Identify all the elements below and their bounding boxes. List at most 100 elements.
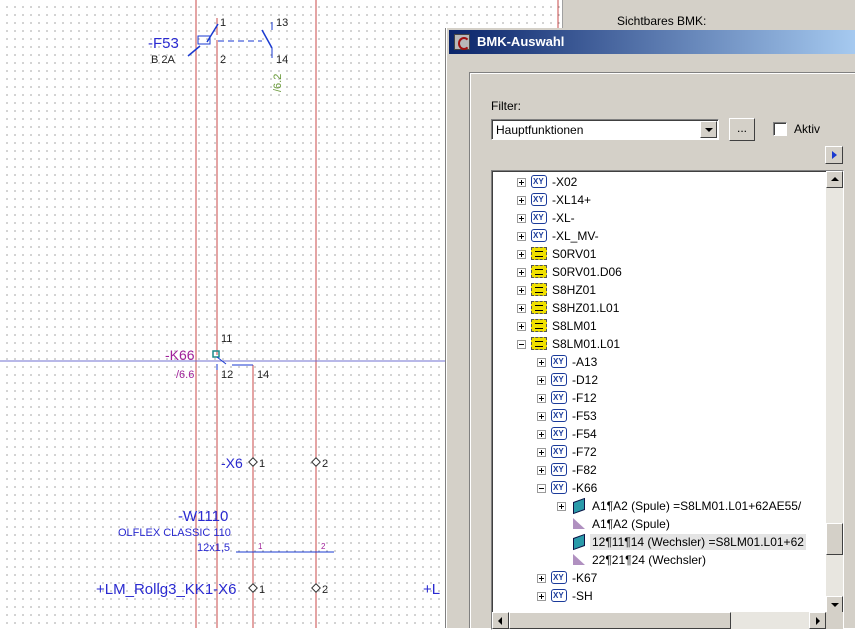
aktiv-checkbox[interactable] bbox=[773, 122, 787, 136]
tree-item[interactable]: S8HZ01.L01 bbox=[492, 299, 822, 317]
expand-plus-icon[interactable] bbox=[537, 466, 546, 475]
tree-item-label: S0RV01 bbox=[552, 247, 597, 261]
tree-item-label: -K66 bbox=[572, 481, 598, 495]
tree-item[interactable]: 22¶21¶24 (Wechsler) bbox=[492, 551, 822, 569]
f53-crossref: /6.2 bbox=[272, 74, 284, 92]
tree-item[interactable]: -F54 bbox=[492, 425, 822, 443]
tree-item[interactable]: -K66 bbox=[492, 479, 822, 497]
equipment-group-icon bbox=[531, 283, 547, 296]
k66-name: -K66 bbox=[165, 347, 195, 363]
tree-item[interactable]: A1¶A2 (Spule) =S8LM01.L01+62AE55/ bbox=[492, 497, 822, 515]
tree-item-label: -F12 bbox=[572, 391, 597, 405]
xy-device-icon bbox=[531, 175, 547, 188]
tree-item[interactable]: -F82 bbox=[492, 461, 822, 479]
tree-item-label: 22¶21¶24 (Wechsler) bbox=[592, 553, 707, 567]
tree-item-label: -SH bbox=[572, 589, 593, 603]
expand-plus-icon[interactable] bbox=[537, 394, 546, 403]
expand-plus-icon[interactable] bbox=[517, 268, 526, 277]
tree-item-label: S8HZ01 bbox=[552, 283, 597, 297]
expand-plus-icon[interactable] bbox=[517, 196, 526, 205]
filter-more-button[interactable]: ... bbox=[729, 118, 755, 141]
scroll-up-button[interactable] bbox=[826, 171, 843, 188]
lm-pin-1: 1 bbox=[259, 584, 265, 596]
tree-item[interactable]: S0RV01.D06 bbox=[492, 263, 822, 281]
k66-terminal-14: 14 bbox=[257, 369, 269, 381]
tree-item[interactable]: -XL14+ bbox=[492, 191, 822, 209]
expand-plus-icon[interactable] bbox=[537, 592, 546, 601]
tree-item-label: -F72 bbox=[572, 445, 597, 459]
expand-plus-icon[interactable] bbox=[517, 232, 526, 241]
expand-plus-icon[interactable] bbox=[517, 250, 526, 259]
scroll-right-button[interactable] bbox=[809, 612, 826, 629]
tree-item[interactable]: S8LM01.L01 bbox=[492, 335, 822, 353]
bmk-tree[interactable]: -X02 -XL14+ -XL- -XL_MV- S0RV01 S0RV01.D06 S8H… bbox=[491, 170, 844, 630]
expand-plus-icon[interactable] bbox=[537, 358, 546, 367]
tree-item[interactable]: -SH bbox=[492, 587, 822, 605]
f53-terminal-2: 2 bbox=[220, 54, 226, 66]
k66-crossref: /6.6 bbox=[176, 369, 194, 381]
vertical-scrollbar[interactable] bbox=[826, 171, 843, 613]
tree-item[interactable]: -F12 bbox=[492, 389, 822, 407]
chevron-down-icon[interactable] bbox=[700, 121, 717, 138]
aktiv-label: Aktiv bbox=[794, 122, 821, 136]
tree-item[interactable]: S8LM01 bbox=[492, 317, 822, 335]
xy-device-icon bbox=[531, 193, 547, 206]
collapse-minus-icon[interactable] bbox=[517, 340, 526, 349]
expand-plus-icon[interactable] bbox=[537, 574, 546, 583]
horizontal-scroll-thumb[interactable] bbox=[509, 612, 731, 629]
tree-item-label: A1¶A2 (Spule) bbox=[592, 517, 670, 531]
k66-terminal-11: 11 bbox=[221, 333, 232, 345]
expand-plus-icon[interactable] bbox=[517, 304, 526, 313]
expand-plus-icon[interactable] bbox=[537, 412, 546, 421]
tree-item[interactable]: S8HZ01 bbox=[492, 281, 822, 299]
f53-terminal-1: 1 bbox=[220, 17, 226, 29]
scrollbar-corner bbox=[826, 612, 843, 629]
tree-item-label: S8LM01.L01 bbox=[552, 337, 621, 351]
expand-arrow-button[interactable] bbox=[825, 146, 843, 164]
vertical-scroll-thumb[interactable] bbox=[826, 523, 843, 555]
xy-device-icon bbox=[531, 229, 547, 242]
tree-item-label: -XL14+ bbox=[552, 193, 592, 207]
tree-item[interactable]: -D12 bbox=[492, 371, 822, 389]
tree-item-label: A1¶A2 (Spule) =S8LM01.L01+62AE55/ bbox=[592, 499, 802, 513]
horizontal-scrollbar[interactable] bbox=[492, 612, 826, 629]
lm-partial-label: +L bbox=[423, 581, 440, 598]
tree-item[interactable]: 12¶11¶14 (Wechsler) =S8LM01.L01+62 bbox=[492, 533, 822, 551]
expand-plus-icon[interactable] bbox=[537, 430, 546, 439]
connection-point-icon bbox=[571, 553, 587, 566]
tree-item[interactable]: -F53 bbox=[492, 407, 822, 425]
tree-item[interactable]: -A13 bbox=[492, 353, 822, 371]
tree-item-label: -K67 bbox=[572, 571, 598, 585]
tree-item[interactable]: -K67 bbox=[492, 569, 822, 587]
f53-breaker-symbol bbox=[187, 18, 273, 58]
scroll-down-button[interactable] bbox=[826, 596, 843, 613]
expand-plus-icon[interactable] bbox=[537, 376, 546, 385]
tree-item[interactable]: S0RV01 bbox=[492, 245, 822, 263]
tree-item-label: -X02 bbox=[552, 175, 578, 189]
expand-plus-icon[interactable] bbox=[517, 178, 526, 187]
expand-plus-icon[interactable] bbox=[557, 502, 566, 511]
tree-item-label: -F82 bbox=[572, 463, 597, 477]
w1110-type: OLFLEX CLASSIC 110 bbox=[118, 527, 231, 539]
x6-pin-2: 2 bbox=[322, 458, 328, 470]
tree-item[interactable]: -XL- bbox=[492, 209, 822, 227]
x6-name: -X6 bbox=[221, 455, 243, 471]
xy-device-icon bbox=[551, 409, 567, 422]
tree-item[interactable]: A1¶A2 (Spule) bbox=[492, 515, 822, 533]
tree-item-label: -A13 bbox=[572, 355, 598, 369]
expand-plus-icon[interactable] bbox=[517, 286, 526, 295]
expand-plus-icon[interactable] bbox=[517, 214, 526, 223]
f53-name: -F53 bbox=[148, 35, 179, 52]
tree-item[interactable]: -F72 bbox=[492, 443, 822, 461]
dialog-titlebar[interactable]: BMK-Auswahl bbox=[449, 30, 855, 54]
tree-item[interactable]: -X02 bbox=[492, 173, 822, 191]
expand-plus-icon[interactable] bbox=[537, 448, 546, 457]
w1110-size: 12x1,5 bbox=[197, 542, 230, 554]
collapse-minus-icon[interactable] bbox=[537, 484, 546, 493]
xy-device-icon bbox=[551, 463, 567, 476]
tree-item-label: S0RV01.D06 bbox=[552, 265, 622, 279]
expand-plus-icon[interactable] bbox=[517, 322, 526, 331]
filter-dropdown[interactable]: Hauptfunktionen bbox=[491, 119, 719, 140]
scroll-left-button[interactable] bbox=[492, 612, 509, 629]
tree-item[interactable]: -XL_MV- bbox=[492, 227, 822, 245]
